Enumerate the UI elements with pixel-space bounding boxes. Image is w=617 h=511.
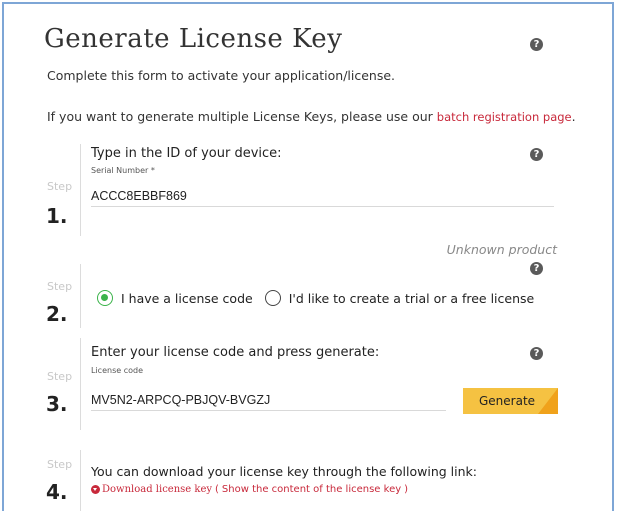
license-type-options: I have a license code I'd like to create… <box>97 290 534 306</box>
intro-text: Complete this form to activate your appl… <box>47 68 396 83</box>
step-divider <box>80 450 81 511</box>
step-number: 1. <box>46 204 68 228</box>
question-circle-icon[interactable]: ? <box>530 148 543 161</box>
paren-open: ( <box>215 484 219 495</box>
radio-trial-license-label[interactable]: I'd like to create a trial or a free lic… <box>289 291 535 306</box>
batch-note-prefix: If you want to generate multiple License… <box>47 109 437 124</box>
step3-question: Enter your license code and press genera… <box>91 345 380 360</box>
step-divider <box>80 338 81 430</box>
radio-trial-license[interactable] <box>264 290 281 306</box>
product-status: Unknown product <box>446 242 557 257</box>
step-label: Step <box>47 280 73 293</box>
step-label: Step <box>47 370 73 383</box>
question-circle-icon[interactable]: ? <box>530 347 543 360</box>
cloud-download-icon[interactable] <box>91 485 100 494</box>
download-license-link[interactable]: Download license key <box>102 484 212 495</box>
serial-number-input[interactable]: ACCC8EBBF869 <box>91 185 554 207</box>
step-number: 4. <box>46 480 68 504</box>
batch-registration-link[interactable]: batch registration page <box>437 110 572 124</box>
license-code-label: License code <box>91 366 143 375</box>
page-title: Generate License Key <box>44 24 343 54</box>
license-code-input[interactable]: MV5N2-ARPCQ-PBJQV-BVGZJ <box>91 389 446 411</box>
generate-button[interactable]: Generate <box>463 388 558 414</box>
download-row: Download license key ( Show the content … <box>91 484 411 495</box>
batch-note: If you want to generate multiple License… <box>47 109 576 124</box>
step4-text: You can download your license key throug… <box>91 464 477 479</box>
show-license-content-link[interactable]: Show the content of the license key <box>222 484 401 495</box>
step-divider <box>80 264 81 328</box>
question-circle-icon[interactable]: ? <box>530 38 543 51</box>
step-number: 2. <box>46 302 68 326</box>
batch-note-suffix: . <box>571 109 576 124</box>
radio-have-license-label[interactable]: I have a license code <box>121 291 253 306</box>
serial-number-label: Serial Number * <box>91 166 155 175</box>
radio-have-license[interactable] <box>97 290 113 306</box>
question-circle-icon[interactable]: ? <box>530 262 543 275</box>
step-label: Step <box>47 458 73 471</box>
paren-close: ) <box>404 484 409 495</box>
step-divider <box>80 144 81 236</box>
step-label: Step <box>47 180 73 193</box>
step1-question: Type in the ID of your device: <box>91 146 282 161</box>
step-number: 3. <box>46 392 68 416</box>
